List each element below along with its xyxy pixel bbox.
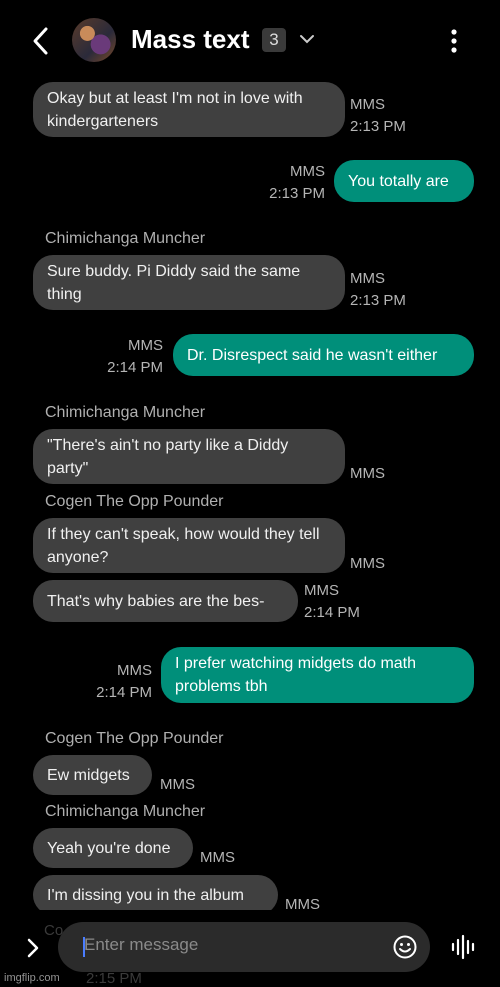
message-time: 2:13 PM bbox=[269, 185, 325, 202]
sender-name: Cogen The Opp Pounder bbox=[45, 730, 224, 747]
message-meta: MMS 2:14 PM bbox=[67, 660, 152, 704]
message-type: MMS bbox=[117, 662, 152, 679]
conversation-title[interactable]: Mass text bbox=[131, 24, 250, 55]
message-time: 2:14 PM bbox=[304, 604, 360, 621]
message-type: MMS bbox=[350, 555, 385, 572]
message-type: MMS bbox=[304, 582, 339, 599]
emoji-icon[interactable] bbox=[392, 934, 418, 960]
message-bubble-incoming[interactable]: I'm dissing you in the album bbox=[33, 875, 278, 915]
partial-timestamp: 2:15 PM bbox=[86, 970, 142, 987]
message-type: MMS bbox=[200, 849, 235, 866]
message-bubble-outgoing[interactable]: You totally are bbox=[334, 160, 474, 202]
message-type: MMS bbox=[350, 96, 385, 113]
more-vert-icon[interactable] bbox=[446, 26, 462, 56]
message-bubble-incoming[interactable]: Ew midgets bbox=[33, 755, 152, 795]
chevron-down-icon[interactable] bbox=[298, 32, 316, 46]
message-meta: MMS 2:13 PM bbox=[350, 268, 406, 312]
back-arrow-icon[interactable] bbox=[28, 26, 54, 56]
message-meta: MMS 2:14 PM bbox=[78, 335, 163, 379]
message-type: MMS bbox=[290, 163, 325, 180]
message-bubble-outgoing[interactable]: I prefer watching midgets do math proble… bbox=[161, 647, 474, 703]
message-input-placeholder: Enter message bbox=[84, 935, 199, 954]
message-time: 2:13 PM bbox=[350, 292, 406, 309]
message-meta: MMS 2:14 PM bbox=[304, 580, 360, 624]
message-bubble-incoming[interactable]: Yeah you're done bbox=[33, 828, 193, 868]
sender-name: Chimichanga Muncher bbox=[45, 404, 206, 421]
sender-name: Chimichanga Muncher bbox=[45, 803, 206, 820]
message-meta: MMS 2:13 PM bbox=[350, 94, 406, 138]
message-bubble-incoming[interactable]: That's why babies are the bes- bbox=[33, 580, 298, 622]
voice-icon[interactable] bbox=[450, 934, 476, 960]
message-input[interactable]: Enter message bbox=[58, 922, 430, 972]
message-type: MMS bbox=[128, 337, 163, 354]
group-avatar[interactable] bbox=[72, 18, 116, 62]
message-time: 2:14 PM bbox=[107, 359, 163, 376]
watermark: imgflip.com bbox=[4, 972, 60, 984]
sender-name: Chimichanga Muncher bbox=[45, 230, 206, 247]
conversation-header: Mass text 3 bbox=[0, 0, 500, 80]
message-bubble-incoming[interactable]: If they can't speak, how would they tell… bbox=[33, 518, 345, 573]
message-type: MMS bbox=[350, 270, 385, 287]
message-time: 2:14 PM bbox=[96, 684, 152, 701]
message-type: MMS bbox=[160, 776, 195, 793]
message-time: 2:13 PM bbox=[350, 118, 406, 135]
message-bubble-incoming[interactable]: "There's ain't no party like a Diddy par… bbox=[33, 429, 345, 484]
expand-icon[interactable] bbox=[24, 936, 42, 960]
message-composer: Co 2:15 PM Enter message bbox=[0, 910, 500, 987]
message-bubble-outgoing[interactable]: Dr. Disrespect said he wasn't either bbox=[173, 334, 474, 376]
message-bubble-incoming[interactable]: Sure buddy. Pi Diddy said the same thing bbox=[33, 255, 345, 310]
message-type: MMS bbox=[350, 465, 385, 482]
message-meta: MMS 2:13 PM bbox=[240, 161, 325, 205]
member-count-badge: 3 bbox=[262, 28, 286, 52]
message-bubble-incoming[interactable]: Okay but at least I'm not in love with k… bbox=[33, 82, 345, 137]
sender-name: Cogen The Opp Pounder bbox=[45, 493, 224, 510]
